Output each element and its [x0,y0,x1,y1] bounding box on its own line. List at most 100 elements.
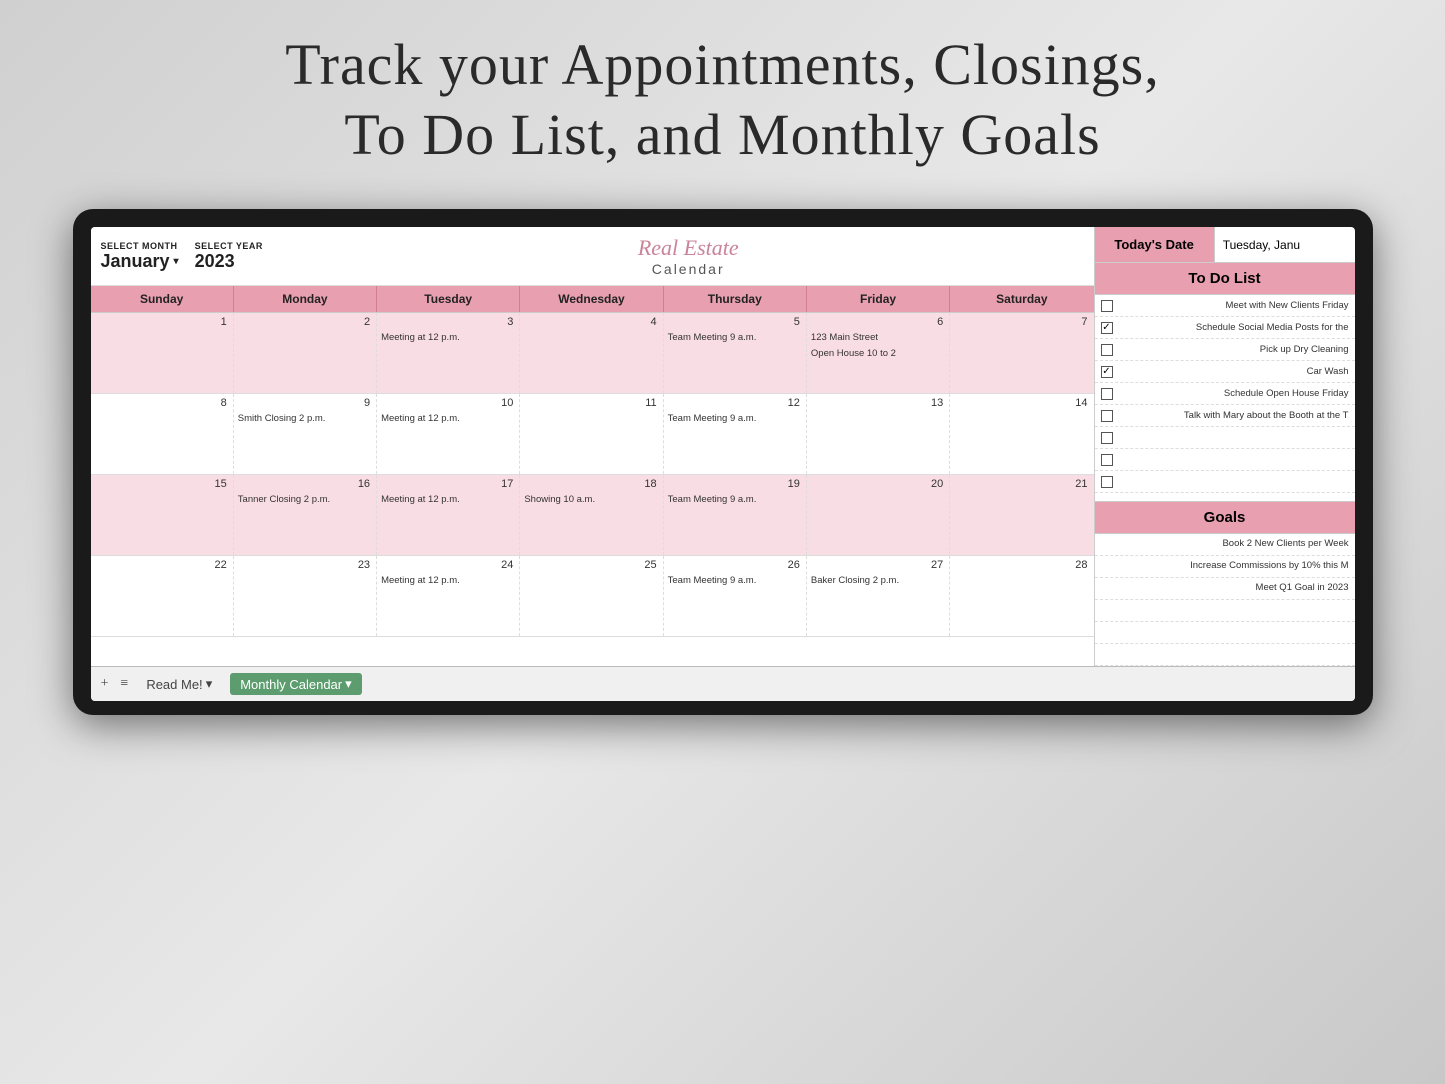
cal-cell-1-0[interactable]: 8 [91,394,234,474]
todo-item-1[interactable]: ✓Schedule Social Media Posts for the [1095,317,1355,339]
goal-item-4 [1095,622,1355,644]
cal-cell-0-6[interactable]: 7 [950,313,1093,393]
cell-event: Team Meeting 9 a.m. [668,494,802,506]
cal-cell-1-4[interactable]: 12Team Meeting 9 a.m. [664,394,807,474]
todo-text-3: Car Wash [1118,366,1349,377]
todo-text-0: Meet with New Clients Friday [1118,300,1349,311]
todo-checkbox-4[interactable] [1101,388,1113,400]
todo-checkbox-2[interactable] [1101,344,1113,356]
cal-cell-3-2[interactable]: 24Meeting at 12 p.m. [377,556,520,636]
cal-cell-0-3[interactable]: 4 [520,313,663,393]
month-selector[interactable]: SELECT MONTH January ▾ [101,241,179,272]
cell-number: 3 [381,315,515,329]
cell-number: 21 [954,477,1089,491]
cell-number: 27 [811,558,945,572]
month-value[interactable]: January ▾ [101,251,179,272]
cal-cell-2-0[interactable]: 15 [91,475,234,555]
cal-cell-2-5[interactable]: 20 [807,475,950,555]
cal-cell-0-1[interactable]: 2 [234,313,377,393]
cal-cell-3-6[interactable]: 28 [950,556,1093,636]
cal-week-2: 1516Tanner Closing 2 p.m. 17 Meeting at 12… [91,475,1094,556]
cal-cell-2-1[interactable]: 16Tanner Closing 2 p.m. [234,475,377,555]
goal-item-2: Meet Q1 Goal in 2023 [1095,578,1355,600]
monthly-calendar-tab[interactable]: Monthly Calendar ▾ [230,673,361,695]
cal-cell-2-2[interactable]: 17 Meeting at 12 p.m. [377,475,520,555]
tab-bar: + ≡ Read Me! ▾ Monthly Calendar ▾ [91,666,1355,701]
cal-cell-0-0[interactable]: 1 [91,313,234,393]
todo-item-5[interactable]: Talk with Mary about the Booth at the T [1095,405,1355,427]
cell-number: 16 [238,477,372,491]
cal-week-3: 22 2324Meeting at 12 p.m.2526Team Meeting… [91,556,1094,637]
cell-number: 26 [668,558,802,572]
cal-week-0: 123Meeting at 12 p.m.45 Team Meeting 9 a.… [91,313,1094,394]
add-icon[interactable]: + [101,676,109,692]
day-header-saturday: Saturday [950,286,1093,312]
cal-cell-3-5[interactable]: 27 Baker Closing 2 p.m. [807,556,950,636]
todo-item-3[interactable]: ✓ Car Wash [1095,361,1355,383]
cell-event: Team Meeting 9 a.m. [668,332,802,344]
monthly-calendar-arrow-icon: ▾ [345,676,352,692]
todo-item-4[interactable]: Schedule Open House Friday [1095,383,1355,405]
calendar-grid: 123Meeting at 12 p.m.45Team Meeting 9 a.… [91,313,1094,637]
cell-event: Open House 10 to 2 [811,348,945,360]
todo-checkbox-6[interactable] [1101,432,1113,444]
todo-item-6[interactable] [1095,427,1355,449]
cell-event: Baker Closing 2 p.m. [811,575,945,587]
cal-cell-0-2[interactable]: 3Meeting at 12 p.m. [377,313,520,393]
read-me-tab[interactable]: Read Me! ▾ [140,674,218,694]
cal-cell-0-4[interactable]: 5 Team Meeting 9 a.m. [664,313,807,393]
todo-list: Meet with New Clients Friday ✓Schedule So… [1095,295,1355,493]
cal-cell-1-3[interactable]: 11 [520,394,663,474]
cell-number: 7 [954,315,1089,329]
cal-cell-1-2[interactable]: 10Meeting at 12 p.m. [377,394,520,474]
cal-title-script: Real Estate [638,235,739,261]
cal-cell-1-6[interactable]: 14 [950,394,1093,474]
select-year-label: SELECT YEAR [195,241,263,251]
cell-number: 1 [95,315,229,329]
cell-event: Meeting at 12 p.m. [381,494,515,506]
cal-cell-0-5[interactable]: 6 123 Main Street Open House 10 to 2 [807,313,950,393]
month-arrow-icon: ▾ [174,256,179,267]
year-selector[interactable]: SELECT YEAR 2023 [195,241,263,272]
todo-header: To Do List [1095,263,1355,295]
cal-cell-3-1[interactable]: 23 [234,556,377,636]
cal-cell-2-4[interactable]: 19Team Meeting 9 a.m. [664,475,807,555]
cell-number: 10 [381,396,515,410]
todo-text-4: Schedule Open House Friday [1118,388,1349,399]
goal-item-0: Book 2 New Clients per Week [1095,534,1355,556]
todo-checkbox-7[interactable] [1101,454,1113,466]
cal-cell-1-5[interactable]: 13 [807,394,950,474]
cal-cell-3-0[interactable]: 22 [91,556,234,636]
menu-icon[interactable]: ≡ [120,676,128,692]
cal-cell-2-3[interactable]: 18Showing 10 a.m. [520,475,663,555]
monthly-calendar-label: Monthly Calendar [240,677,342,692]
cell-number: 6 [811,315,945,329]
cell-number: 12 [668,396,802,410]
todo-checkbox-0[interactable] [1101,300,1113,312]
cal-cell-3-4[interactable]: 26Team Meeting 9 a.m. [664,556,807,636]
todo-item-7[interactable] [1095,449,1355,471]
read-me-label: Read Me! [146,677,202,692]
cal-cell-1-1[interactable]: 9Smith Closing 2 p.m. [234,394,377,474]
cal-cell-3-3[interactable]: 25 [520,556,663,636]
todo-checkbox-5[interactable] [1101,410,1113,422]
cell-number: 5 [668,315,802,329]
todo-checkbox-3[interactable]: ✓ [1101,366,1113,378]
goal-item-5 [1095,644,1355,666]
today-row: Today's Date Tuesday, Janu [1095,227,1355,263]
cell-number: 22 [95,558,229,572]
goals-list: Book 2 New Clients per WeekIncrease Comm… [1095,534,1355,666]
todo-item-0[interactable]: Meet with New Clients Friday [1095,295,1355,317]
cell-number: 17 [381,477,515,491]
cell-event: 123 Main Street [811,332,945,344]
cell-number: 20 [811,477,945,491]
todo-checkbox-8[interactable] [1101,476,1113,488]
todo-item-2[interactable]: Pick up Dry Cleaning [1095,339,1355,361]
today-date: Tuesday, Janu [1215,227,1355,262]
todo-checkbox-1[interactable]: ✓ [1101,322,1113,334]
todo-item-8[interactable] [1095,471,1355,493]
cal-cell-2-6[interactable]: 21 [950,475,1093,555]
goal-item-1: Increase Commissions by 10% this M [1095,556,1355,578]
today-label: Today's Date [1095,227,1215,262]
read-me-arrow-icon: ▾ [206,676,213,692]
